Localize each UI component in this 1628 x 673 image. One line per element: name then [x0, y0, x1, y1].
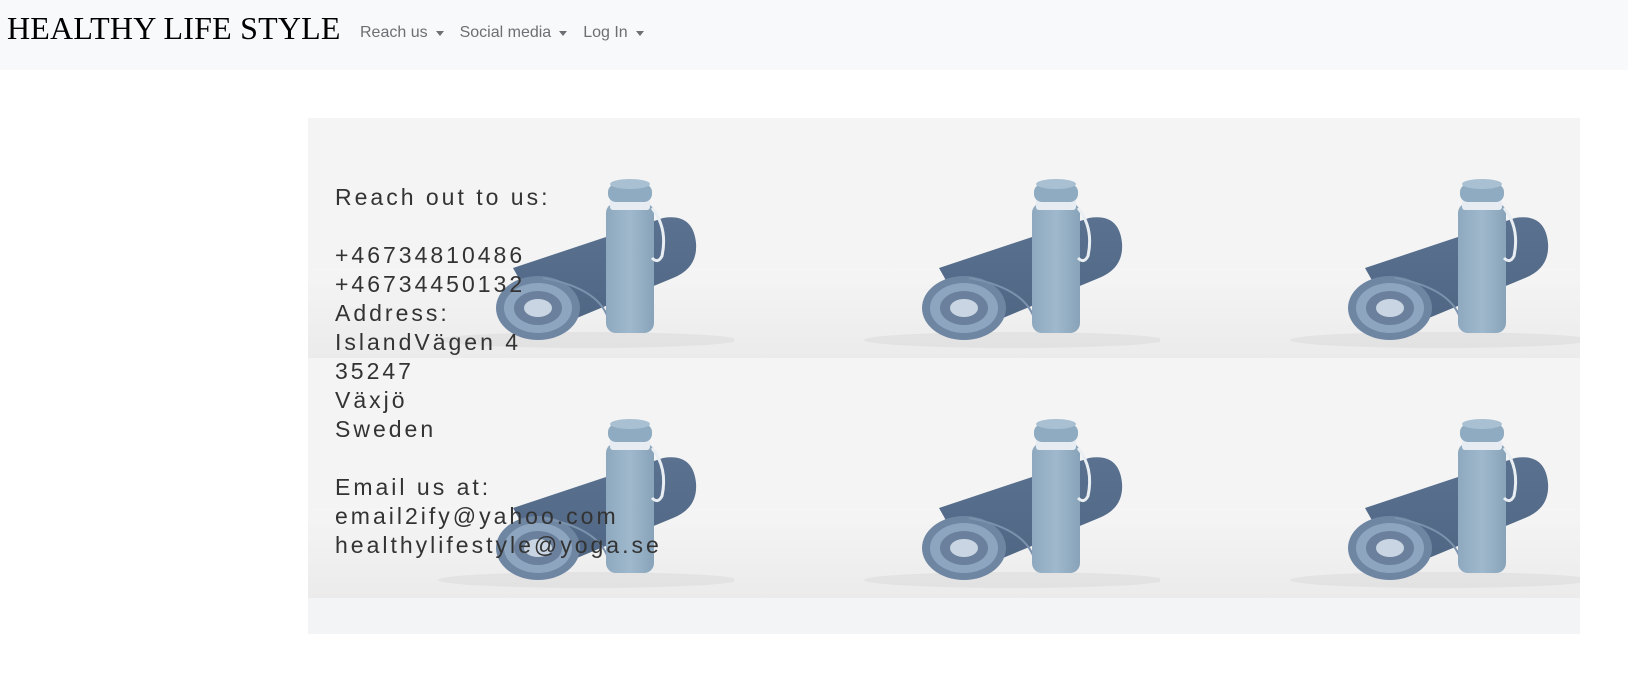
address-line: 35247: [335, 358, 414, 384]
yoga-mat-bottle-image: [734, 358, 1160, 598]
brand-title[interactable]: HEALTHY LIFE STYLE: [7, 10, 341, 47]
nav-reach-us-label: Reach us: [360, 24, 428, 41]
contact-heading: Reach out to us:: [335, 184, 551, 210]
yoga-mat-bottle-image: [1160, 358, 1580, 598]
phone-number: +46734450132: [335, 271, 526, 297]
caret-down-icon: [435, 30, 444, 36]
address-line: Växjö: [335, 387, 408, 413]
caret-down-icon: [635, 30, 644, 36]
yoga-mat-bottle-image: [1160, 118, 1580, 358]
nav-menu: Reach us Social media Log In: [352, 22, 652, 44]
nav-social-media-dropdown[interactable]: Social media: [452, 22, 576, 44]
address-label: Address:: [335, 300, 450, 326]
email-link[interactable]: healthylifestyle@yoga.se: [335, 531, 662, 560]
email-link[interactable]: email2ify@yahoo.com: [335, 502, 662, 531]
address-line: IslandVägen 4: [335, 329, 522, 355]
navbar: HEALTHY LIFE STYLE Reach us Social media…: [0, 0, 1628, 70]
nav-log-in-dropdown[interactable]: Log In: [575, 22, 651, 44]
contact-info: Reach out to us: +46734810486 +467344501…: [335, 183, 662, 560]
nav-log-in-label: Log In: [583, 24, 628, 41]
nav-social-media-label: Social media: [459, 24, 552, 41]
caret-down-icon: [559, 30, 568, 36]
nav-reach-us-dropdown[interactable]: Reach us: [352, 22, 452, 44]
phone-number: +46734810486: [335, 242, 526, 268]
yoga-mat-bottle-image: [734, 118, 1160, 358]
email-label: Email us at:: [335, 474, 492, 500]
address-line: Sweden: [335, 416, 437, 442]
